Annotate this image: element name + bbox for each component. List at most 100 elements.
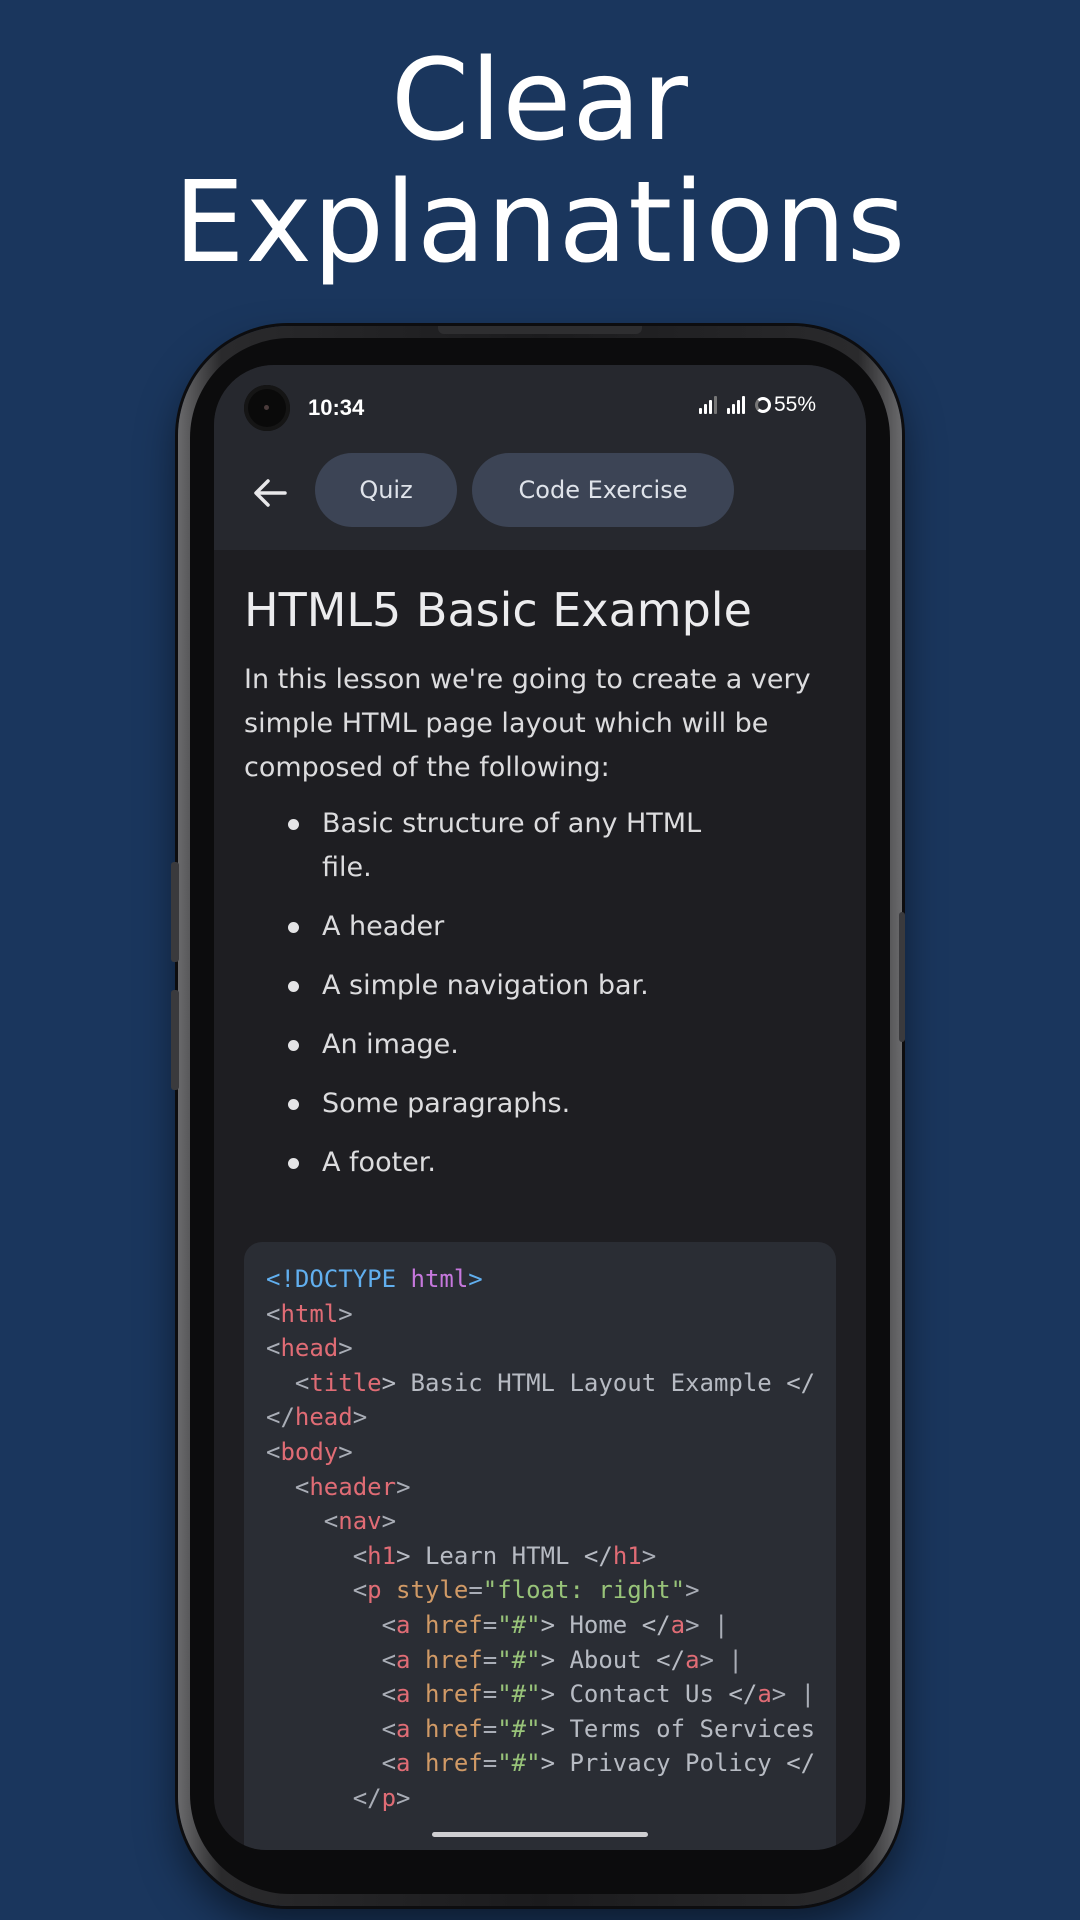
list-item: A header: [288, 905, 752, 949]
code-token: =: [482, 1645, 498, 1674]
bullet-dot-icon: [288, 819, 299, 830]
code-token: header: [309, 1472, 397, 1501]
code-token: h1: [367, 1541, 397, 1570]
code-token: > Home </: [540, 1610, 671, 1639]
code-token: "#": [497, 1645, 541, 1674]
code-token: <: [266, 1334, 281, 1363]
code-token: >: [338, 1334, 353, 1363]
list-item: A footer.: [288, 1141, 752, 1185]
code-token: <: [266, 1680, 397, 1709]
code-line: <!DOCTYPE html>: [266, 1262, 815, 1297]
code-line: <nav>: [266, 1504, 815, 1539]
tab-quiz[interactable]: Quiz: [315, 453, 457, 527]
status-indicators: 55%: [698, 393, 816, 417]
app-screen: 10:34 55% Quiz Code Exercise HTML5 Basic…: [214, 365, 866, 1850]
code-token: <: [266, 1368, 310, 1397]
code-line: <h1> Learn HTML </h1>: [266, 1539, 815, 1574]
code-token: a: [396, 1610, 411, 1639]
code-token: > |: [771, 1680, 816, 1709]
code-token: html: [280, 1299, 339, 1328]
bullet-dot-icon: [288, 981, 299, 992]
code-token: > Contact Us </: [540, 1680, 758, 1709]
code-token: "#": [497, 1610, 541, 1639]
code-token: a: [396, 1645, 411, 1674]
code-token: <: [266, 1472, 310, 1501]
headline-line-2: Explanations: [173, 158, 907, 288]
code-line: <a href="#"> Contact Us </a> |: [266, 1677, 816, 1712]
list-item: An image.: [288, 1023, 752, 1067]
list-item: Some paragraphs.: [288, 1082, 752, 1126]
app-toolbar: 10:34 55% Quiz Code Exercise: [214, 365, 866, 550]
code-token: href: [410, 1610, 483, 1639]
code-token: =: [468, 1576, 483, 1605]
code-token: >: [396, 1472, 411, 1501]
code-line: <a href="#"> Privacy Policy </: [266, 1746, 816, 1781]
list-item-text: A footer.: [322, 1147, 436, 1178]
camera-cutout: [244, 385, 290, 431]
code-line: <a href="#"> About </a> |: [266, 1643, 815, 1678]
signal-icon-2: [726, 396, 747, 414]
list-item-text: A simple navigation bar.: [322, 970, 649, 1001]
code-token: "#": [497, 1680, 541, 1709]
code-token: <: [266, 1541, 368, 1570]
code-token: html: [410, 1265, 469, 1293]
power-button: [171, 990, 179, 1090]
code-line: <a href="#"> Home </a> |: [266, 1608, 815, 1643]
signal-icon: [698, 396, 719, 414]
list-item-text: An image.: [322, 1029, 459, 1060]
headline-line-1: Clear: [391, 36, 689, 166]
back-button[interactable]: [248, 471, 292, 515]
code-line: </head>: [266, 1400, 815, 1435]
code-token: > |: [699, 1645, 743, 1674]
code-token: p: [367, 1576, 382, 1605]
code-token: > Learn HTML </: [396, 1541, 613, 1570]
tab-code-exercise[interactable]: Code Exercise: [472, 453, 734, 527]
code-token: <: [266, 1437, 281, 1466]
code-line: <title> Basic HTML Layout Example </: [266, 1366, 815, 1401]
code-token: href: [410, 1749, 483, 1778]
code-token: body: [280, 1437, 339, 1466]
code-token: a: [396, 1714, 411, 1743]
lesson-content: HTML5 Basic Example In this lesson we're…: [244, 580, 844, 1200]
code-line: <p style="float: right">: [266, 1573, 815, 1608]
code-token: > |: [685, 1610, 729, 1639]
phone-speaker: [438, 326, 642, 334]
code-token: <: [266, 1610, 397, 1639]
arrow-left-icon: [254, 479, 287, 507]
code-token: > Privacy Policy </: [540, 1749, 816, 1778]
home-indicator[interactable]: [432, 1832, 648, 1837]
code-token: >: [338, 1437, 353, 1466]
code-token: head: [280, 1334, 339, 1363]
code-token: > About </: [540, 1645, 686, 1674]
code-token: >: [468, 1265, 483, 1293]
code-token: <: [266, 1507, 339, 1536]
code-token: >: [352, 1403, 368, 1432]
code-token: a: [396, 1680, 411, 1709]
code-token: a: [670, 1610, 686, 1639]
list-item-text: A header: [322, 911, 445, 942]
code-token: <: [266, 1749, 397, 1778]
code-token: title: [309, 1368, 382, 1397]
code-line: <head>: [266, 1331, 815, 1366]
code-token: </: [266, 1783, 382, 1812]
list-item-text: Basic structure of any HTML file.: [322, 808, 702, 883]
code-token: a: [757, 1680, 772, 1709]
code-lines: <!DOCTYPE html> <html> <head> <title> Basi…: [266, 1262, 815, 1816]
code-token: nav: [338, 1507, 382, 1536]
code-line: <body>: [266, 1435, 815, 1470]
bullet-dot-icon: [288, 1099, 299, 1110]
list-item: Basic structure of any HTML file.: [288, 802, 752, 890]
lesson-title: HTML5 Basic Example: [244, 583, 752, 637]
volume-button: [171, 862, 179, 962]
code-token: <!DOCTYPE: [266, 1265, 411, 1293]
code-token: =: [482, 1680, 498, 1709]
code-token: =: [482, 1610, 498, 1639]
bullet-dot-icon: [288, 1158, 299, 1169]
code-block[interactable]: <!DOCTYPE html> <html> <head> <title> Basi…: [244, 1242, 836, 1850]
code-token: >: [396, 1783, 411, 1812]
code-token: href: [410, 1714, 483, 1743]
code-token: >: [381, 1507, 397, 1536]
code-token: > Basic HTML Layout Example </: [381, 1368, 816, 1397]
code-line: </p>: [266, 1781, 815, 1816]
code-line: <header>: [266, 1470, 815, 1505]
